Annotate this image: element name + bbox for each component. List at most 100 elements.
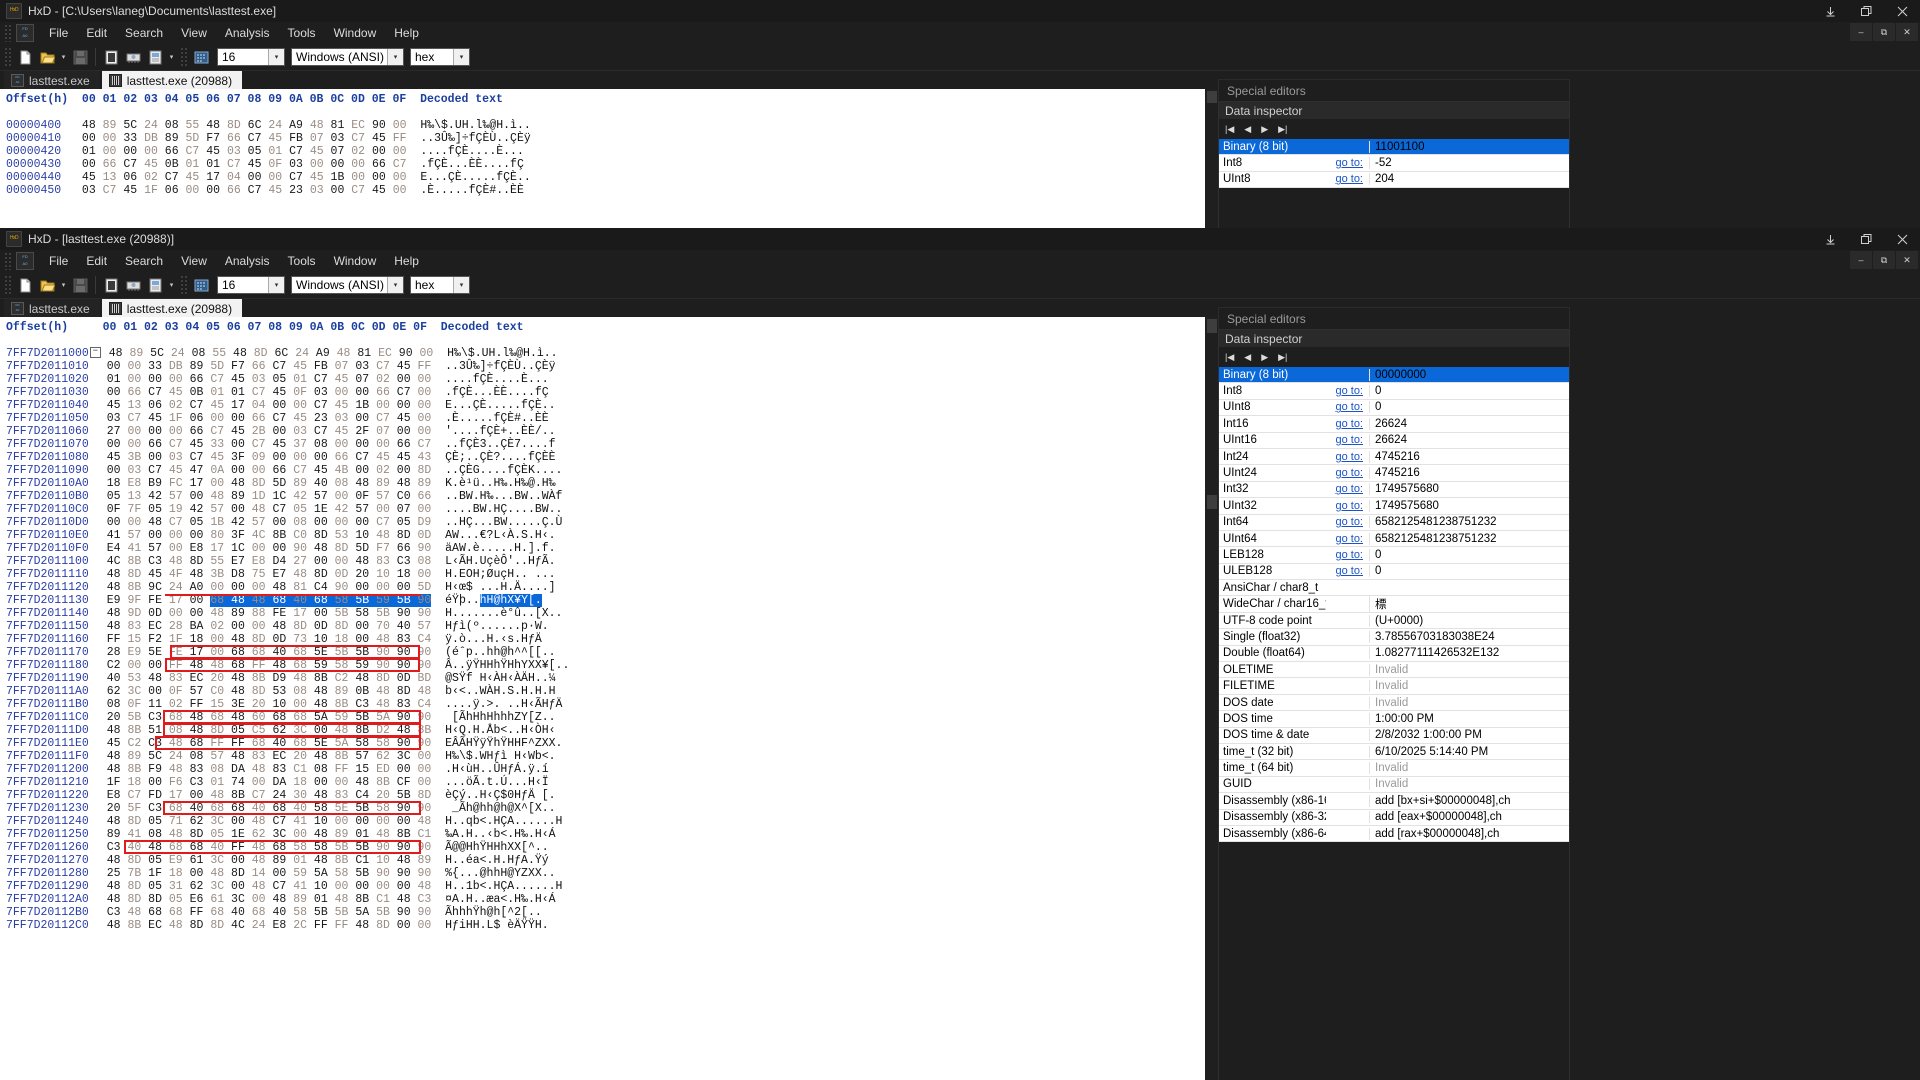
hex-byte[interactable]: 00 — [397, 581, 411, 594]
hex-byte[interactable]: 45 — [210, 451, 224, 464]
hex-byte[interactable]: 15 — [127, 633, 141, 646]
hex-byte[interactable]: 1C — [231, 542, 245, 555]
hex-byte[interactable]: 17 — [190, 646, 204, 659]
hex-byte[interactable]: 5B — [335, 646, 349, 659]
hex-byte[interactable]: 8D — [397, 685, 411, 698]
hex-byte[interactable]: 68 — [252, 646, 266, 659]
hex-byte[interactable]: 3C — [293, 724, 307, 737]
hex-byte[interactable]: 90 — [418, 646, 432, 659]
hex-byte[interactable]: 83 — [397, 633, 411, 646]
hex-row[interactable]: 7FF7D2011060 27 00 00 00 66 C7 45 2B 00 … — [6, 425, 1205, 438]
hex-byte[interactable]: CF — [397, 776, 411, 789]
hex-byte[interactable]: 00 — [335, 490, 349, 503]
hex-byte[interactable]: FF — [335, 763, 349, 776]
hex-byte[interactable]: 00 — [127, 438, 141, 451]
open-dropdown-caret[interactable]: ▾ — [59, 275, 68, 295]
hex-byte[interactable]: C7 — [148, 464, 162, 477]
hex-byte[interactable]: 45 — [231, 373, 245, 386]
hex-byte[interactable]: C7 — [272, 815, 286, 828]
hex-byte[interactable]: 48 — [314, 750, 328, 763]
hex-byte[interactable]: 00 — [335, 776, 349, 789]
hex-byte[interactable]: 81 — [357, 347, 371, 360]
hex-byte[interactable]: C7 — [376, 516, 390, 529]
hex-byte[interactable]: 90 — [418, 659, 432, 672]
hex-byte[interactable]: 40 — [272, 737, 286, 750]
hex-byte[interactable]: 59 — [355, 659, 369, 672]
hex-byte[interactable]: 8D — [418, 789, 432, 802]
hex-byte[interactable]: 40 — [293, 594, 308, 607]
hex-byte[interactable]: 48 — [231, 750, 245, 763]
hex-row[interactable]: 7FF7D20112B0 C3 48 68 68 FF 68 40 68 40 … — [6, 906, 1205, 919]
inspector-value[interactable]: 2/8/2032 1:00:00 PM — [1369, 729, 1569, 742]
tab-lasttest-exe[interactable]: lasttest.exe — [4, 299, 100, 317]
hex-byte[interactable]: 90 — [397, 906, 411, 919]
hex-byte[interactable]: 0D — [335, 568, 349, 581]
inspector-value[interactable]: 1.08277111426532E132 — [1369, 647, 1569, 660]
hex-byte[interactable]: 05 — [148, 854, 162, 867]
disk-dropdown-caret[interactable]: ▾ — [167, 47, 176, 67]
hex-byte[interactable]: 8D — [190, 555, 204, 568]
mdi-close-button[interactable]: ✕ — [1896, 23, 1918, 41]
decoded-text[interactable]: ...öÃ.t.Ú...H‹Ï — [445, 776, 549, 789]
hex-byte[interactable]: 17 — [231, 399, 245, 412]
hex-byte[interactable]: C3 — [148, 555, 162, 568]
hex-byte[interactable]: 68 — [252, 906, 266, 919]
decoded-text[interactable]: H‰\$.WHƒì H‹Wb<. — [445, 750, 555, 763]
hex-byte[interactable]: 05 — [107, 490, 121, 503]
hex-byte[interactable]: 89 — [231, 490, 245, 503]
hex-byte[interactable]: 00 — [82, 132, 96, 145]
close-window-button[interactable] — [1884, 0, 1920, 22]
mdi-minimize-button[interactable]: – — [1850, 23, 1872, 41]
decoded-text[interactable]: ÿ.ò...H.‹s.HƒÄ — [445, 633, 542, 646]
hex-byte[interactable]: FF — [169, 659, 183, 672]
restore-window-icon[interactable] — [1848, 228, 1884, 250]
hex-byte[interactable]: C7 — [351, 184, 365, 197]
hex-byte[interactable]: 45 — [372, 184, 386, 197]
hex-byte[interactable]: 90 — [376, 841, 390, 854]
hex-byte[interactable]: 00 — [210, 646, 224, 659]
hex-byte[interactable]: DA — [231, 763, 245, 776]
hex-byte[interactable]: 1C — [272, 490, 286, 503]
hex-byte[interactable]: 00 — [418, 919, 432, 932]
tab-lasttest-exe[interactable]: lasttest.exe — [4, 71, 100, 89]
hex-byte[interactable]: 02 — [376, 373, 390, 386]
hex-row[interactable]: 7FF7D20111E0 45 C2 C3 48 68 FF FF 68 40 … — [6, 737, 1205, 750]
hex-byte[interactable]: 48 — [335, 724, 349, 737]
decoded-text[interactable]: H‰\$.UH.l‰@H.ì.. — [420, 119, 530, 132]
hex-byte[interactable]: FF — [314, 919, 328, 932]
inspector-value[interactable]: 11001100 — [1369, 140, 1569, 153]
hex-byte[interactable]: 24 — [144, 119, 158, 132]
data-inspector-row[interactable]: Int8 go to: 0 — [1219, 383, 1569, 400]
hex-byte[interactable]: 8D — [127, 815, 141, 828]
hex-byte[interactable]: 00 — [231, 438, 245, 451]
hex-byte[interactable]: 00 — [355, 815, 369, 828]
decoded-text[interactable]: .H‹ùH..ÛHƒÁ.ÿ.í — [445, 763, 549, 776]
hex-byte[interactable]: 62 — [190, 880, 204, 893]
hex-row[interactable]: 00000420 01 00 00 00 66 C7 45 03 05 01 C… — [6, 145, 1205, 158]
hex-byte[interactable]: 48 — [376, 685, 390, 698]
hex-byte[interactable]: 00 — [397, 373, 411, 386]
hex-byte[interactable]: 18 — [169, 867, 183, 880]
hex-byte[interactable]: E7 — [231, 555, 245, 568]
hex-byte[interactable]: EC — [272, 750, 286, 763]
hex-byte[interactable]: 31 — [169, 880, 183, 893]
hex-byte[interactable]: E6 — [190, 893, 204, 906]
hex-byte[interactable]: C2 — [107, 659, 121, 672]
hex-byte[interactable]: 70 — [376, 620, 390, 633]
hex-byte[interactable]: 40 — [252, 802, 266, 815]
encoding-combo[interactable]: Windows (ANSI) ▾ — [291, 276, 404, 294]
hex-byte[interactable]: 00 — [107, 516, 121, 529]
decoded-text[interactable]: ..3Û‰]÷fÇÈÙ..ÇÈÿ — [420, 132, 530, 145]
decoded-text-selected[interactable]: hH@hX¥Y[. — [479, 594, 542, 607]
inspector-goto-link[interactable]: go to: — [1326, 401, 1369, 413]
hex-byte[interactable]: 9D — [127, 607, 141, 620]
hex-byte[interactable]: 8B — [127, 581, 141, 594]
hex-byte[interactable]: 00 — [355, 581, 369, 594]
hex-row[interactable]: 7FF7D2011080 45 3B 00 03 C7 45 3F 09 00 … — [6, 451, 1205, 464]
hex-byte[interactable]: 48 — [169, 919, 183, 932]
hex-byte[interactable]: C7 — [127, 789, 141, 802]
hex-byte[interactable]: 45 — [335, 399, 349, 412]
hex-byte[interactable]: 68 — [293, 646, 307, 659]
hex-byte[interactable]: C7 — [165, 171, 179, 184]
hex-byte[interactable]: 4C — [252, 529, 266, 542]
